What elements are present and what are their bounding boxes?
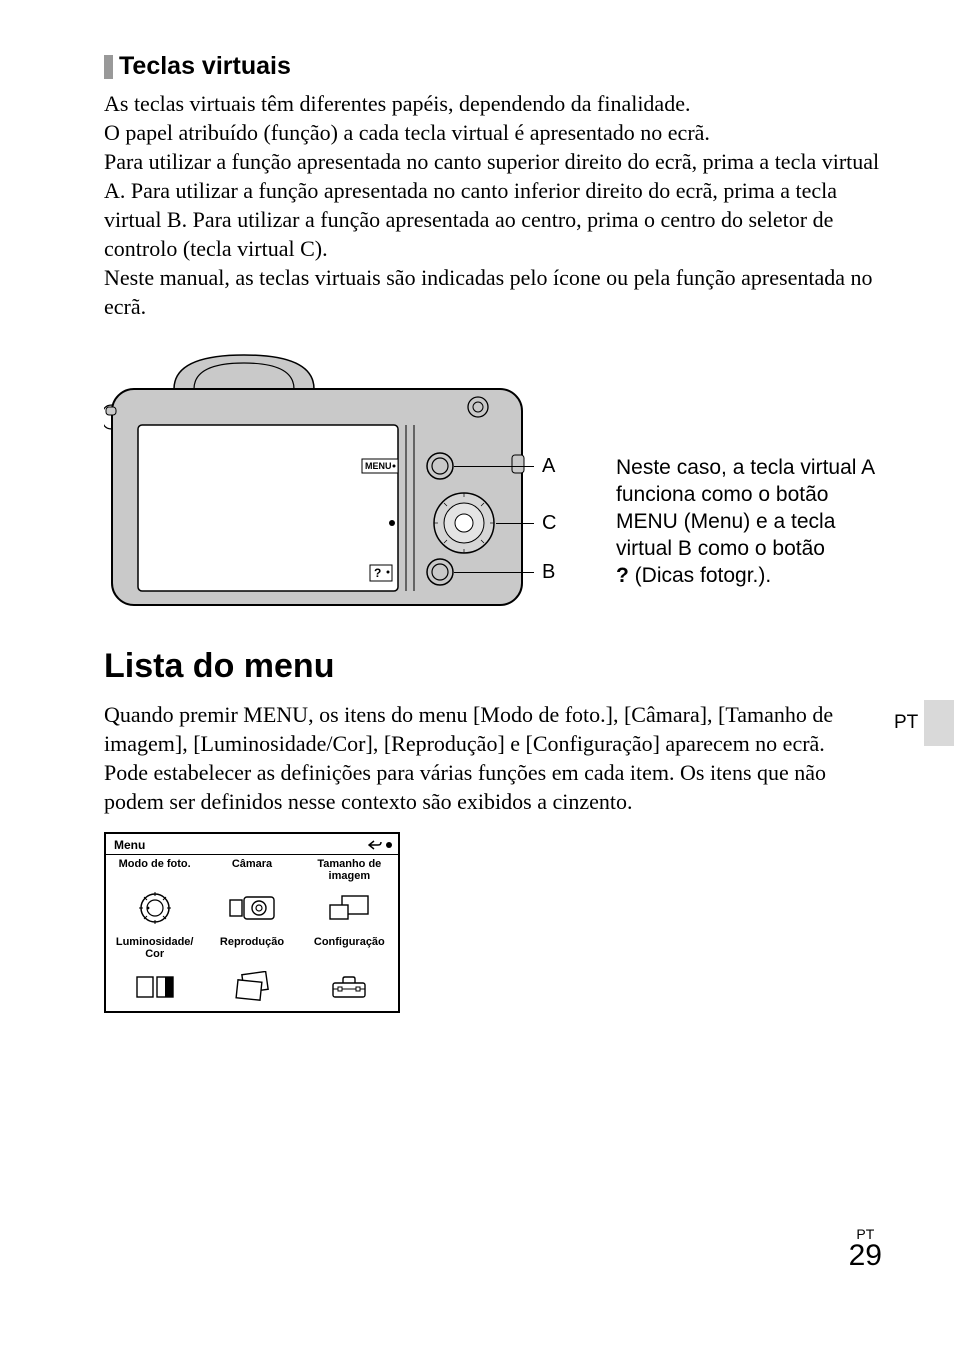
menu-cell-tamanho: Tamanho de imagem [301,855,398,933]
back-arrow-icon [368,840,382,850]
label-c: C [542,512,556,535]
camera-diagram: MENU ? [104,347,564,617]
intro-paragraph: As teclas virtuais têm diferentes papéis… [104,89,884,321]
page-footer: PT 29 [849,1227,882,1271]
language-tab: PT [924,700,954,746]
menu-cell-label: Reprodução [220,937,284,961]
side-note-before: Neste caso, a tecla virtual A funciona c… [616,456,874,560]
language-tab-label: PT [894,712,918,734]
menu-cell-modo-de-foto: Modo de foto. [106,855,203,933]
question-mark-icon: ? [616,564,629,587]
menu-cell-camara: Câmara [203,855,300,933]
toolbox-icon [329,973,369,999]
camera-side-note: Neste caso, a tecla virtual A funciona c… [616,455,876,589]
image-size-icon [328,895,370,921]
menu-paragraph: Quando premir MENU, os itens do menu [Mo… [104,700,884,816]
menu-cell-reproducao: Reprodução [203,933,300,1011]
camera-back-icon: MENU ? [104,347,534,617]
label-a: A [542,455,555,478]
menu-cell-luminosidade: Luminosidade/ Cor [106,933,203,1011]
menu-cell-label: Câmara [232,859,272,883]
brightness-color-icon [135,973,175,999]
menu-cell-label: Tamanho de imagem [301,859,398,883]
menu-title-bar: Menu [106,834,398,855]
menu-cell-label: Luminosidade/ Cor [106,937,203,961]
svg-text:?: ? [374,566,381,580]
sub-heading-row: Teclas virtuais [104,52,884,81]
menu-cell-label: Configuração [314,937,385,961]
footer-page-number: 29 [849,1241,882,1271]
camera-diagram-row: MENU ? [104,347,884,617]
heading-marker-icon [104,55,113,79]
label-b: B [542,561,555,584]
menu-cell-label: Modo de foto. [119,859,191,883]
sub-heading: Teclas virtuais [119,52,291,81]
mode-dial-icon [137,890,173,926]
camera-icon [229,896,275,920]
side-note-after: (Dicas fotogr.). [629,564,771,587]
section-heading: Lista do menu [104,647,884,686]
menu-screenshot: Menu Modo de foto. [104,832,400,1013]
menu-text: MENU [365,461,392,471]
menu-cell-configuracao: Configuração [301,933,398,1011]
playback-icon [231,971,273,1001]
dot-icon [386,842,392,848]
menu-title-label: Menu [114,838,145,852]
